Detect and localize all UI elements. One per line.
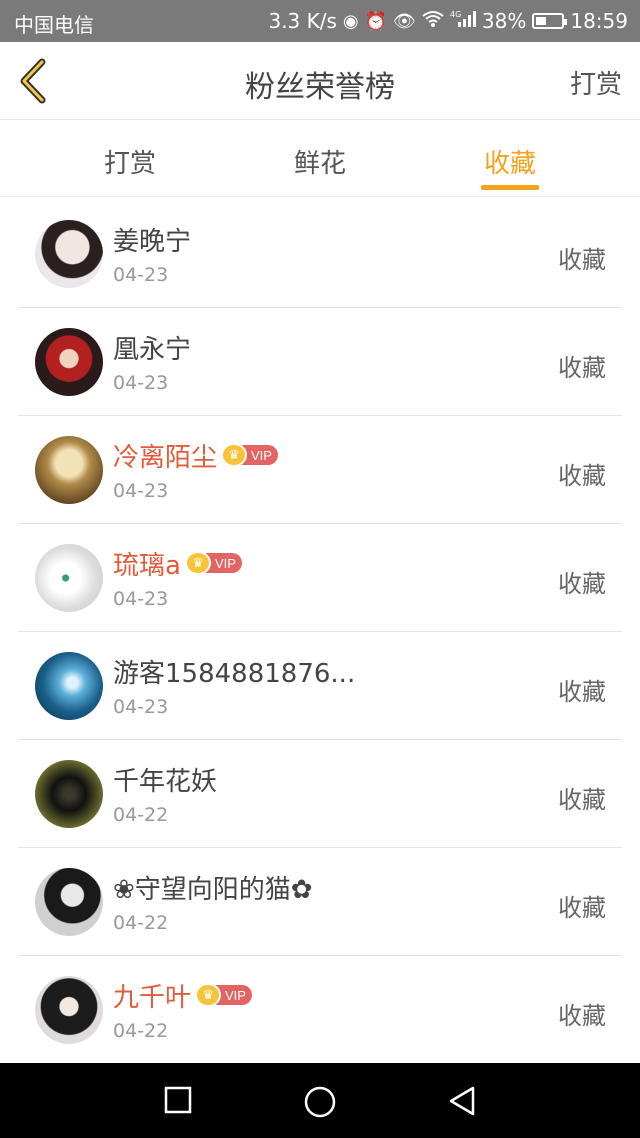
- network-speed: 3.3 K/s: [268, 9, 337, 33]
- vip-badge: ♛ VIP: [221, 443, 278, 467]
- home-button[interactable]: [303, 1085, 337, 1123]
- user-name: 冷离陌尘: [113, 442, 218, 473]
- entry-date: 04-23: [113, 480, 169, 502]
- eye-icon: 👁: [393, 10, 416, 32]
- tab-flowers[interactable]: 鲜花: [260, 143, 380, 180]
- crown-icon: ♛: [195, 983, 222, 1007]
- reward-button[interactable]: 打赏: [570, 64, 622, 101]
- avatar: [35, 544, 103, 612]
- list-item[interactable]: 琉璃a ♛ VIP 04-23 收藏: [18, 524, 622, 632]
- status-bar: 中国电信 3.3 K/s ◉ ⏰ 👁 4G 38% 18:59: [0, 0, 640, 42]
- nav-bar: 粉丝荣誉榜 打赏: [0, 42, 640, 120]
- square-icon: [164, 1086, 192, 1114]
- battery-icon: [532, 13, 568, 29]
- avatar: [35, 760, 103, 828]
- signal-icon: 4G: [450, 10, 476, 33]
- user-name: 凰永宁: [113, 334, 192, 365]
- vip-badge: ♛ VIP: [195, 983, 252, 1007]
- triangle-back-icon: [449, 1086, 475, 1116]
- wifi-icon: [422, 10, 444, 33]
- user-name: 姜晚宁: [113, 226, 192, 257]
- list-item[interactable]: 凰永宁 04-23 收藏: [18, 308, 622, 416]
- entry-action: 收藏: [558, 678, 606, 706]
- recents-button[interactable]: [163, 1085, 193, 1119]
- entry-action: 收藏: [558, 786, 606, 814]
- crown-icon: ♛: [221, 443, 248, 467]
- entry-date: 04-22: [113, 804, 169, 826]
- entry-date: 04-23: [113, 372, 169, 394]
- entry-action: 收藏: [558, 462, 606, 490]
- entry-action: 收藏: [558, 1002, 606, 1030]
- avatar: [35, 220, 103, 288]
- entry-date: 04-23: [113, 588, 169, 610]
- tab-favorites[interactable]: 收藏: [450, 143, 570, 180]
- list-item[interactable]: ❀守望向阳的猫✿ 04-22 收藏: [18, 848, 622, 956]
- alarm-icon: ⏰: [364, 10, 388, 32]
- user-name: 琉璃a: [113, 550, 181, 581]
- list-item[interactable]: 姜晚宁 04-23 收藏: [18, 200, 622, 308]
- list-item[interactable]: 千年花妖 04-22 收藏: [18, 740, 622, 848]
- active-tab-indicator: [481, 185, 539, 190]
- avatar: [35, 328, 103, 396]
- list-item[interactable]: 九千叶 ♛ VIP 04-22 收藏: [18, 956, 622, 1064]
- entry-action: 收藏: [558, 894, 606, 922]
- system-nav-bar: [0, 1063, 640, 1138]
- entry-action: 收藏: [558, 354, 606, 382]
- avatar: [35, 868, 103, 936]
- entry-date: 04-22: [113, 912, 169, 934]
- user-name: 游客1584881876...: [113, 658, 356, 689]
- back-nav-button[interactable]: [447, 1085, 477, 1121]
- avatar: [35, 652, 103, 720]
- entry-date: 04-22: [113, 1020, 169, 1042]
- entry-action: 收藏: [558, 246, 606, 274]
- crown-icon: ♛: [184, 551, 211, 575]
- user-name: ❀守望向阳的猫✿: [113, 874, 313, 905]
- tab-bar: 打赏 鲜花 收藏: [0, 121, 640, 197]
- fan-list: 姜晚宁 04-23 收藏 凰永宁 04-23 收藏 冷离陌尘 ♛ VIP 04-…: [18, 200, 622, 1064]
- user-name: 九千叶: [113, 982, 192, 1013]
- user-name: 千年花妖: [113, 766, 218, 797]
- circle-icon: [304, 1086, 336, 1118]
- entry-date: 04-23: [113, 264, 169, 286]
- clock: 18:59: [570, 9, 628, 33]
- entry-date: 04-23: [113, 696, 169, 718]
- vip-badge: ♛ VIP: [184, 551, 242, 575]
- avatar: [35, 976, 103, 1044]
- entry-action: 收藏: [558, 570, 606, 598]
- battery-percent: 38%: [481, 9, 527, 33]
- hd-icon: ◉: [342, 10, 359, 32]
- carrier-label: 中国电信: [14, 13, 94, 37]
- page-title: 粉丝荣誉榜: [245, 70, 395, 105]
- status-icons: 3.3 K/s ◉ ⏰ 👁 4G 38% 18:59: [268, 9, 628, 33]
- network-type: 4G: [450, 10, 461, 19]
- list-item[interactable]: 游客1584881876... 04-23 收藏: [18, 632, 622, 740]
- avatar: [35, 436, 103, 504]
- tab-reward[interactable]: 打赏: [70, 143, 190, 180]
- list-item[interactable]: 冷离陌尘 ♛ VIP 04-23 收藏: [18, 416, 622, 524]
